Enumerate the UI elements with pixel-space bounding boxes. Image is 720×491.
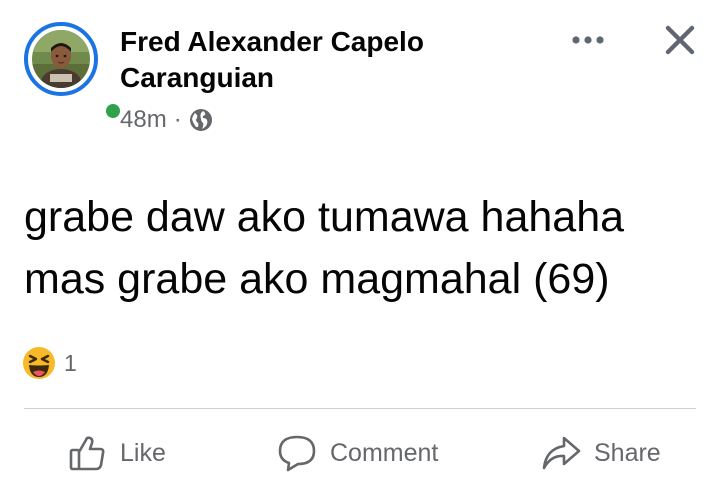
more-options-icon bbox=[572, 36, 604, 44]
post-time[interactable]: 48m bbox=[120, 106, 167, 134]
like-button[interactable]: Like bbox=[68, 428, 166, 478]
reactions-summary[interactable]: 1 bbox=[22, 344, 77, 382]
thumbs-up-icon bbox=[68, 433, 108, 473]
post-meta: 48m · bbox=[120, 104, 213, 136]
reaction-count: 1 bbox=[64, 349, 77, 376]
meta-separator: · bbox=[173, 106, 182, 133]
like-label: Like bbox=[120, 438, 166, 467]
close-button[interactable] bbox=[658, 18, 702, 62]
author-name[interactable]: Fred Alexander Capelo Caranguian bbox=[120, 24, 550, 96]
author-avatar[interactable] bbox=[24, 22, 124, 122]
comment-icon bbox=[276, 433, 318, 473]
share-icon bbox=[540, 433, 582, 473]
more-options-button[interactable] bbox=[566, 26, 610, 54]
avatar bbox=[32, 30, 90, 88]
comment-button[interactable]: Comment bbox=[276, 428, 438, 478]
comment-label: Comment bbox=[330, 438, 439, 467]
action-divider bbox=[24, 408, 696, 409]
share-button[interactable]: Share bbox=[540, 428, 661, 478]
globe-icon[interactable] bbox=[189, 108, 213, 132]
post-card: Fred Alexander Capelo Caranguian 48m · g… bbox=[0, 0, 720, 491]
close-icon bbox=[665, 25, 695, 55]
laughing-emoji-icon bbox=[23, 347, 55, 379]
share-label: Share bbox=[594, 438, 661, 467]
post-text: grabe daw ako tumawa hahaha mas grabe ak… bbox=[24, 193, 625, 303]
